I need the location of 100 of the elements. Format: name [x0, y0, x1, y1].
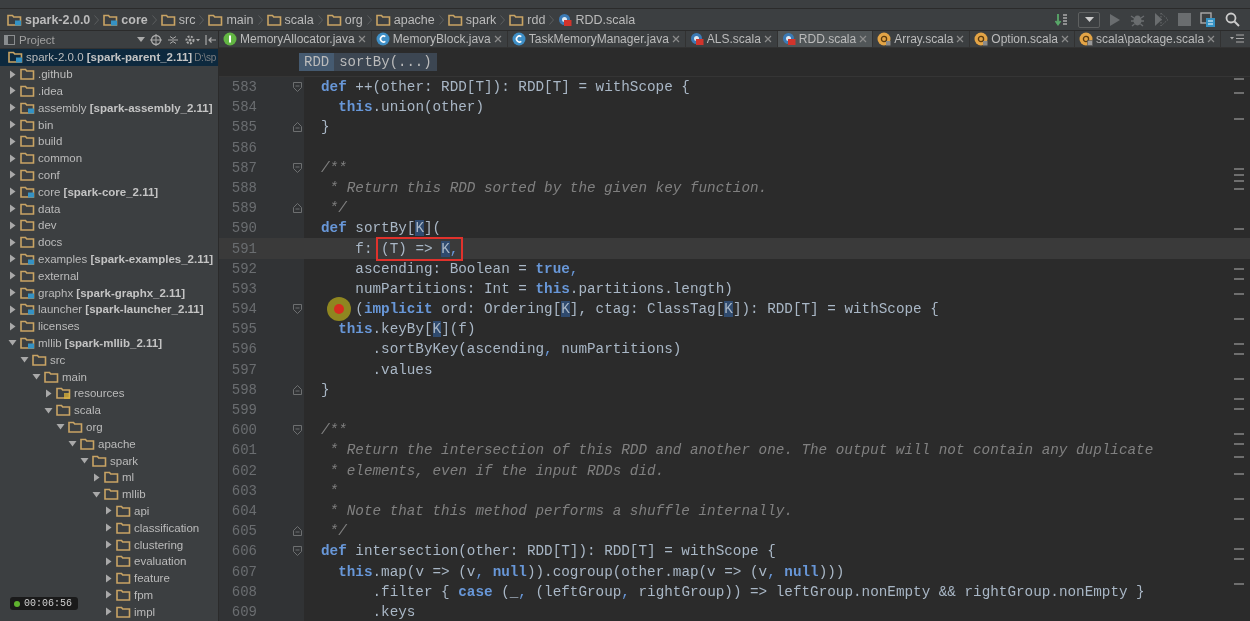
close-icon[interactable] [956, 34, 965, 43]
tree-item[interactable]: graphx [spark-graphx_2.11] [38, 286, 186, 299]
folder-icon [20, 68, 35, 81]
editor-tab[interactable]: MemoryBlock.java [371, 31, 508, 47]
tree-item[interactable]: spark [110, 454, 139, 467]
tree-item[interactable]: resources [74, 387, 125, 400]
tree-item[interactable]: dev [38, 219, 57, 232]
tree-item[interactable]: scala [74, 404, 101, 417]
tree-item[interactable]: docs [38, 236, 63, 249]
breadcrumb-item[interactable]: src [157, 12, 199, 27]
video-timer-badge: 00:06:56 [10, 597, 78, 610]
tree-item[interactable]: bin [38, 118, 54, 131]
editor-tab[interactable]: Array.scala [873, 31, 971, 47]
breadcrumb-item[interactable]: rdd [506, 12, 549, 27]
editor-tab[interactable]: TaskMemoryManager.java [507, 31, 686, 47]
tree-item[interactable]: data [38, 202, 61, 215]
tree-item[interactable]: build [38, 135, 63, 148]
fold-icon[interactable] [293, 82, 302, 93]
breadcrumb-item[interactable]: core [100, 12, 151, 27]
expanded-arrow-icon[interactable] [92, 489, 101, 499]
tree-item[interactable]: conf [38, 168, 60, 181]
editor-tab[interactable]: ALS.scala [685, 31, 778, 47]
breadcrumb-item[interactable]: org [323, 12, 366, 27]
locate-target-icon[interactable] [150, 33, 162, 46]
tree-item[interactable]: src [50, 353, 66, 366]
search-icon[interactable] [1225, 12, 1240, 27]
scala-file-icon [689, 31, 704, 46]
close-icon[interactable] [763, 34, 772, 43]
tree-item[interactable]: clustering [134, 538, 184, 551]
tree-item[interactable]: external [38, 269, 79, 282]
tree-item[interactable]: spark-2.0.0 [spark-parent_2.11] [26, 51, 193, 64]
tree-item[interactable]: fpm [134, 588, 154, 601]
tree-item[interactable]: api [134, 504, 150, 517]
editor-tab[interactable]: Option.scala [970, 31, 1076, 47]
code-breadcrumb[interactable]: sortBy(...) [334, 52, 437, 71]
line-number: 603 [230, 482, 257, 499]
tree-item[interactable]: impl [134, 605, 156, 618]
tree-item[interactable]: common [38, 152, 83, 165]
tree-item[interactable]: main [62, 370, 87, 383]
folder-icon [116, 605, 131, 618]
breadcrumb-item[interactable]: spark [444, 12, 500, 27]
fold-icon[interactable] [293, 546, 302, 557]
module-folder-icon [20, 286, 35, 299]
tree-item[interactable]: core [spark-core_2.11] [38, 185, 159, 198]
chevron-icon [366, 14, 372, 25]
fold-icon[interactable] [293, 425, 302, 436]
collapsed-arrow-icon[interactable] [92, 472, 101, 482]
breadcrumb-item[interactable]: apache [372, 12, 438, 27]
breakpoint-icon[interactable] [327, 297, 351, 321]
folder-icon [20, 269, 35, 282]
fold-icon[interactable] [293, 304, 302, 315]
fold-icon[interactable] [293, 526, 302, 537]
tree-item[interactable]: mllib [spark-mllib_2.11] [38, 336, 162, 349]
tab-list-icon[interactable] [1230, 33, 1244, 44]
close-icon[interactable] [1207, 34, 1216, 43]
breadcrumb-item[interactable]: scala [263, 12, 317, 27]
hide-panel-icon[interactable] [205, 33, 217, 46]
project-structure-icon[interactable] [1200, 11, 1216, 28]
tree-item[interactable]: assembly [spark-assembly_2.11] [38, 101, 213, 114]
tree-item[interactable]: launcher [spark-launcher_2.11] [38, 303, 204, 316]
panel-title[interactable]: Project [19, 33, 55, 46]
tree-item[interactable]: mllib [122, 488, 146, 501]
sort-arrows-icon[interactable] [1055, 12, 1069, 27]
code-breadcrumb[interactable]: RDD [299, 52, 335, 71]
close-icon[interactable] [493, 34, 502, 43]
breadcrumb-item[interactable]: spark-2.0.0 [4, 12, 94, 27]
tree-item[interactable]: .github [38, 68, 73, 81]
editor-tab[interactable]: MemoryAllocator.java [219, 31, 372, 47]
tree-item[interactable]: org [86, 420, 103, 433]
fold-icon[interactable] [293, 203, 302, 214]
folder-icon [20, 152, 35, 165]
fold-icon[interactable] [293, 162, 302, 173]
editor-tab[interactable]: scala\package.scala [1075, 31, 1222, 47]
breadcrumb-item[interactable]: RDD.scala [555, 12, 639, 27]
tree-item[interactable]: feature [134, 572, 170, 585]
close-icon[interactable] [671, 34, 680, 43]
line-number: 601 [230, 442, 257, 459]
tree-item[interactable]: apache [98, 437, 136, 450]
tree-item[interactable]: examples [spark-examples_2.11] [38, 252, 214, 265]
collapse-all-icon[interactable] [167, 33, 179, 46]
module-folder-icon [20, 336, 35, 349]
close-icon[interactable] [1061, 34, 1070, 43]
tree-item[interactable]: classification [134, 521, 200, 534]
tree-item[interactable]: licenses [38, 320, 80, 333]
tree-item[interactable]: .idea [38, 85, 63, 97]
code-line: .values [371, 361, 433, 378]
run-config-dropdown[interactable] [1078, 11, 1100, 28]
editor-tab[interactable]: RDD.scala [777, 31, 874, 47]
line-number: 592 [230, 260, 257, 277]
fold-icon[interactable] [293, 122, 302, 133]
collapsed-arrow-icon[interactable] [44, 388, 53, 398]
folder-icon [266, 13, 282, 26]
close-icon[interactable] [357, 34, 366, 43]
dropdown-caret-icon[interactable] [137, 37, 145, 42]
tree-item[interactable]: ml [122, 471, 135, 484]
tree-item[interactable]: evaluation [134, 555, 187, 568]
line-number: 608 [230, 583, 257, 600]
settings-icon[interactable] [184, 33, 200, 46]
fold-icon[interactable] [293, 384, 302, 395]
breadcrumb-item[interactable]: main [205, 12, 257, 27]
